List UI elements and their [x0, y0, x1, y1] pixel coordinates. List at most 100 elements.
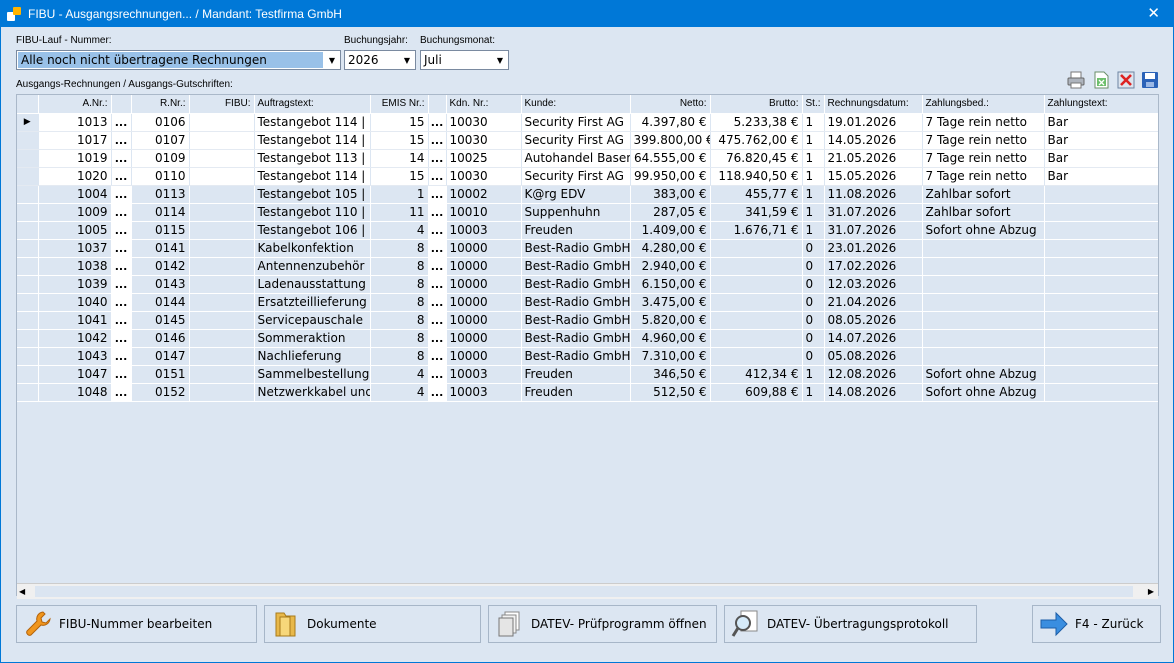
cell-brutto[interactable]: 1.676,71 € [710, 221, 803, 240]
cell-auftragstext[interactable]: Testangebot 113 | [254, 149, 371, 168]
scroll-right-icon[interactable]: ▶ [1148, 587, 1154, 596]
col-header-anr[interactable]: A.Nr.: [38, 95, 112, 114]
cell-fibu[interactable] [189, 293, 255, 312]
anr-lookup-button[interactable]: ... [111, 311, 132, 330]
cell-zahlungsbed[interactable] [922, 329, 1045, 348]
col-header-fibu[interactable]: FIBU: [189, 95, 255, 114]
cell-netto[interactable]: 287,05 € [630, 203, 711, 222]
cell-brutto[interactable]: 118.940,50 € [710, 167, 803, 186]
cell-anr[interactable]: 1020 [38, 167, 112, 186]
cell-auftragstext[interactable]: Sommeraktion [254, 329, 371, 348]
table-row[interactable]: 1004... 0113 Testangebot 105 | 1... 10002 K@r… [17, 185, 1158, 204]
chevron-down-icon[interactable]: ▼ [492, 51, 508, 69]
cell-anr[interactable]: 1004 [38, 185, 112, 204]
cell-rechnungsdatum[interactable]: 21.05.2026 [824, 149, 923, 168]
row-indicator[interactable] [17, 203, 39, 222]
chevron-down-icon[interactable]: ▼ [399, 51, 415, 69]
col-header-auftragstext[interactable]: Auftragstext: [254, 95, 371, 114]
close-icon[interactable]: ✕ [1147, 4, 1160, 22]
anr-lookup-button[interactable]: ... [111, 347, 132, 366]
row-indicator[interactable] [17, 149, 39, 168]
row-indicator[interactable] [17, 383, 39, 402]
cell-rechnungsdatum[interactable]: 08.05.2026 [824, 311, 923, 330]
cell-anr[interactable]: 1005 [38, 221, 112, 240]
cell-kunde[interactable]: Best-Radio GmbH [521, 347, 631, 366]
cell-emis[interactable]: 14 [370, 149, 429, 168]
anr-lookup-button[interactable]: ... [111, 149, 132, 168]
cell-kunde[interactable]: Freuden [521, 365, 631, 384]
cell-rnr[interactable]: 0143 [131, 275, 190, 294]
cell-fibu[interactable] [189, 311, 255, 330]
table-row[interactable]: ▶ 1013... 0106 Testangebot 114 | 15... 10030 S… [17, 113, 1158, 132]
row-indicator[interactable] [17, 365, 39, 384]
emis-lookup-button[interactable]: ... [428, 257, 447, 276]
cell-st[interactable]: 1 [802, 221, 825, 240]
cell-fibu[interactable] [189, 347, 255, 366]
cell-netto[interactable]: 399.800,00 € [630, 131, 711, 150]
cell-kdn[interactable]: 10003 [446, 221, 522, 240]
cell-auftragstext[interactable]: Testangebot 114 | [254, 113, 371, 132]
scroll-left-icon[interactable]: ◀ [19, 587, 25, 596]
col-header-brutto[interactable]: Brutto: [710, 95, 803, 114]
anr-lookup-button[interactable]: ... [111, 221, 132, 240]
cell-zahlungsbed[interactable]: 7 Tage rein netto [922, 131, 1045, 150]
emis-lookup-button[interactable]: ... [428, 113, 447, 132]
cell-rnr[interactable]: 0141 [131, 239, 190, 258]
cell-anr[interactable]: 1013 [38, 113, 112, 132]
cell-zahlungsbed[interactable]: 7 Tage rein netto [922, 113, 1045, 132]
cell-fibu[interactable] [189, 239, 255, 258]
edit-fibu-number-button[interactable]: FIBU-Nummer bearbeiten [16, 605, 257, 643]
cell-kunde[interactable]: K@rg EDV [521, 185, 631, 204]
cell-kdn[interactable]: 10000 [446, 239, 522, 258]
cell-rechnungsdatum[interactable]: 17.02.2026 [824, 257, 923, 276]
row-indicator[interactable] [17, 167, 39, 186]
cell-anr[interactable]: 1038 [38, 257, 112, 276]
cell-brutto[interactable]: 341,59 € [710, 203, 803, 222]
cell-fibu[interactable] [189, 329, 255, 348]
cell-netto[interactable]: 7.310,00 € [630, 347, 711, 366]
anr-lookup-button[interactable]: ... [111, 329, 132, 348]
cell-rechnungsdatum[interactable]: 19.01.2026 [824, 113, 923, 132]
cell-kdn[interactable]: 10000 [446, 347, 522, 366]
cell-rnr[interactable]: 0110 [131, 167, 190, 186]
cell-rnr[interactable]: 0146 [131, 329, 190, 348]
cell-st[interactable]: 1 [802, 131, 825, 150]
cell-zahlungsbed[interactable] [922, 275, 1045, 294]
cell-zahlungsbed[interactable]: Zahlbar sofort [922, 185, 1045, 204]
table-row[interactable]: 1039... 0143 Ladenausstattung 8... 10000 Best… [17, 275, 1158, 294]
cell-fibu[interactable] [189, 257, 255, 276]
cell-auftragstext[interactable]: Kabelkonfektion [254, 239, 371, 258]
cell-zahlungstext[interactable] [1044, 293, 1158, 312]
cell-fibu[interactable] [189, 185, 255, 204]
cell-anr[interactable]: 1017 [38, 131, 112, 150]
cell-rechnungsdatum[interactable]: 05.08.2026 [824, 347, 923, 366]
table-row[interactable]: 1019... 0109 Testangebot 113 | 14... 10025 Au… [17, 149, 1158, 168]
cell-rnr[interactable]: 0107 [131, 131, 190, 150]
printer-icon[interactable] [1066, 70, 1086, 90]
cell-rechnungsdatum[interactable]: 15.05.2026 [824, 167, 923, 186]
cell-zahlungstext[interactable] [1044, 203, 1158, 222]
cell-zahlungsbed[interactable] [922, 239, 1045, 258]
cell-fibu[interactable] [189, 113, 255, 132]
cell-zahlungsbed[interactable]: 7 Tage rein netto [922, 149, 1045, 168]
table-row[interactable]: 1040... 0144 Ersatzteillieferung 8... 10000 B… [17, 293, 1158, 312]
cell-zahlungsbed[interactable]: Sofort ohne Abzug [922, 383, 1045, 402]
cell-zahlungstext[interactable] [1044, 257, 1158, 276]
cell-rnr[interactable]: 0147 [131, 347, 190, 366]
cell-emis[interactable]: 8 [370, 257, 429, 276]
cell-auftragstext[interactable]: Sammelbestellung [254, 365, 371, 384]
cell-anr[interactable]: 1043 [38, 347, 112, 366]
row-indicator[interactable] [17, 257, 39, 276]
emis-lookup-button[interactable]: ... [428, 275, 447, 294]
cell-rnr[interactable]: 0106 [131, 113, 190, 132]
table-row[interactable]: 1017... 0107 Testangebot 114 | 15... 10030 Se… [17, 131, 1158, 150]
cell-rechnungsdatum[interactable]: 12.08.2026 [824, 365, 923, 384]
cell-brutto[interactable] [710, 257, 803, 276]
cell-brutto[interactable] [710, 239, 803, 258]
cell-netto[interactable]: 4.280,00 € [630, 239, 711, 258]
cell-zahlungsbed[interactable]: Zahlbar sofort [922, 203, 1045, 222]
col-header-kdn[interactable]: Kdn. Nr.: [446, 95, 522, 114]
cell-netto[interactable]: 2.940,00 € [630, 257, 711, 276]
cell-kunde[interactable]: Freuden [521, 221, 631, 240]
cell-st[interactable]: 1 [802, 113, 825, 132]
